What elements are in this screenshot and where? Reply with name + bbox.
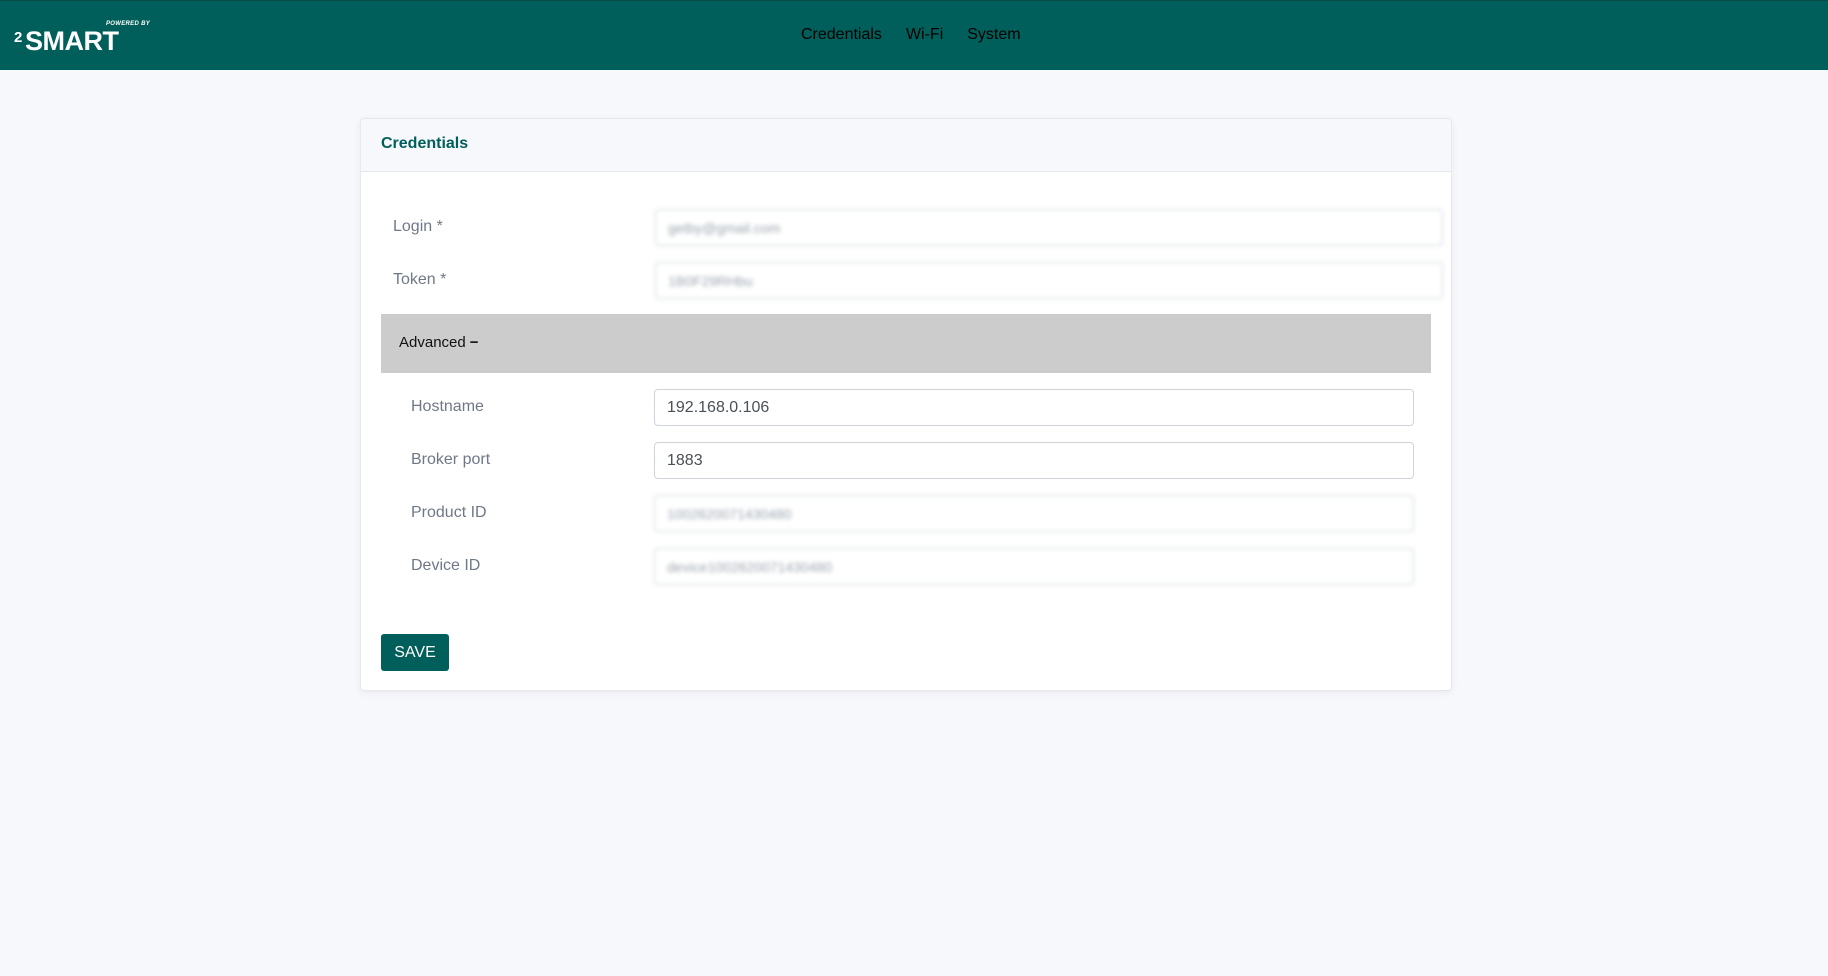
advanced-toggle[interactable]: Advanced −: [381, 314, 1431, 373]
token-label: Token *: [393, 271, 447, 288]
hostname-input[interactable]: [654, 389, 1414, 426]
token-row: Token *: [393, 262, 1443, 299]
device-id-input[interactable]: [654, 548, 1414, 585]
broker-port-row: Broker port: [411, 442, 1421, 479]
login-input[interactable]: [655, 209, 1443, 246]
device-id-label: Device ID: [411, 557, 481, 574]
nav-item-system[interactable]: System: [967, 26, 1020, 44]
logo-wordmark: SMART: [25, 26, 119, 56]
login-row: Login *: [393, 209, 1443, 246]
logo-superscript: 2: [14, 29, 23, 46]
collapse-icon: −: [469, 334, 479, 351]
nav-item-credentials[interactable]: Credentials: [801, 26, 882, 44]
credentials-card: Credentials Login * Token * Advanced− Ho…: [360, 118, 1452, 691]
product-id-label: Product ID: [411, 504, 487, 521]
nav-item-wifi[interactable]: Wi-Fi: [906, 26, 943, 44]
card-header: Credentials: [361, 119, 1451, 172]
hostname-row: Hostname: [411, 389, 1421, 426]
top-navbar: POWERED BY 2 SMART Credentials Wi-Fi Sys…: [0, 0, 1828, 70]
hostname-label: Hostname: [411, 398, 484, 415]
brand-logo[interactable]: POWERED BY 2 SMART: [14, 19, 154, 56]
card-title: Credentials: [381, 135, 469, 152]
broker-port-label: Broker port: [411, 451, 491, 468]
product-id-input[interactable]: [654, 495, 1414, 532]
device-id-row: Device ID: [411, 548, 1421, 585]
token-input[interactable]: [655, 262, 1443, 299]
main-nav: Credentials Wi-Fi System: [801, 26, 1021, 44]
login-label: Login *: [393, 218, 443, 235]
broker-port-input[interactable]: [654, 442, 1414, 479]
product-id-row: Product ID: [411, 495, 1421, 532]
save-button[interactable]: SAVE: [381, 634, 449, 671]
advanced-label: Advanced: [399, 334, 466, 351]
